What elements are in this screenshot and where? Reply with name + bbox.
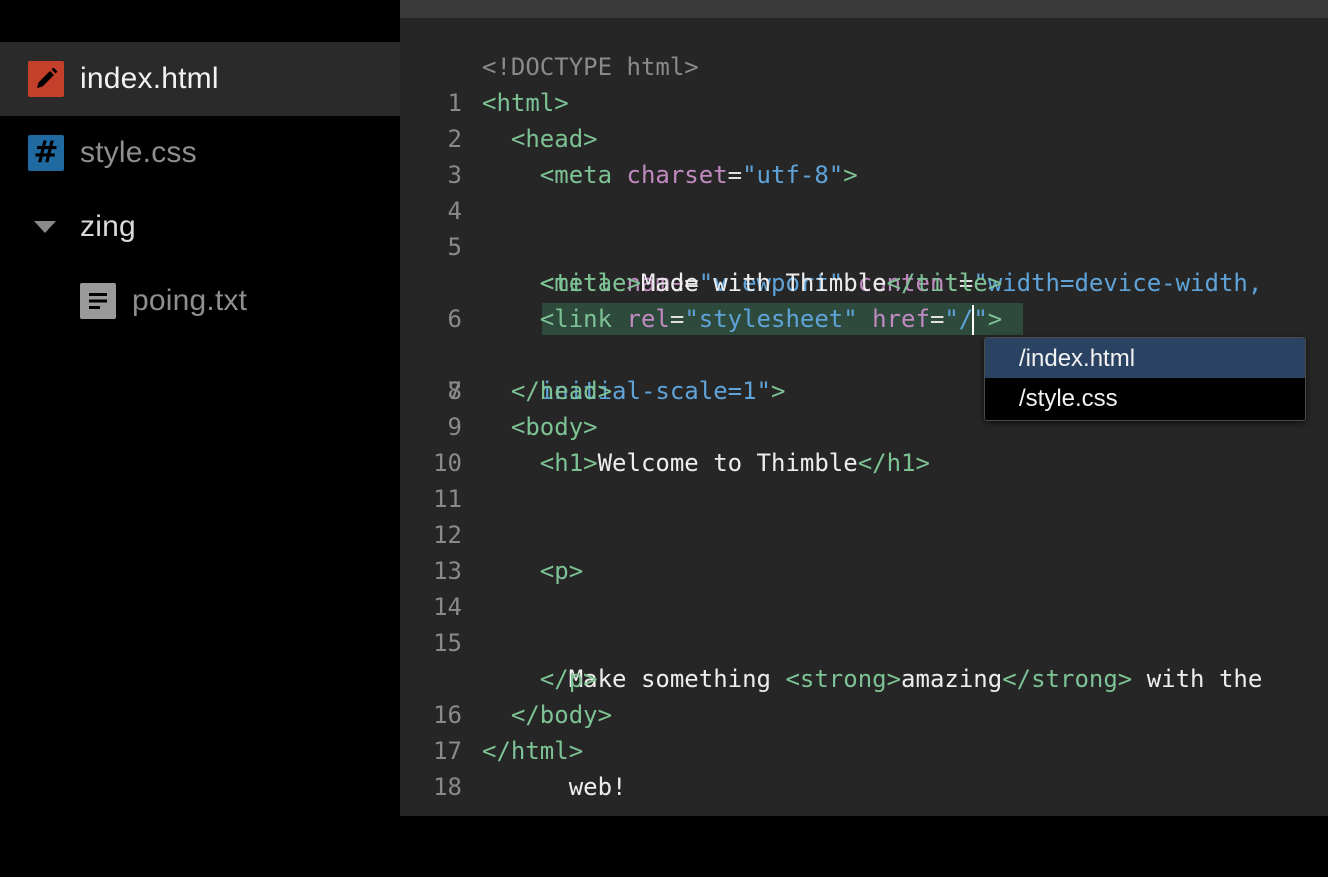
tag-token: </title> <box>886 269 1003 297</box>
folder-item-zing[interactable]: zing <box>0 190 400 264</box>
code-line[interactable]: 5 <meta name="viewport" content="width=d… <box>400 193 1328 405</box>
tag-token: </h1> <box>857 449 930 477</box>
line-number: 5 <box>447 233 462 261</box>
hash-icon: # <box>28 135 64 171</box>
attribute-token: href <box>872 305 930 333</box>
folder-item-label: zing <box>80 210 136 243</box>
string-token: " <box>973 305 988 333</box>
tag-token: <link <box>539 305 627 333</box>
string-token: "utf-8" <box>742 161 844 189</box>
code-line[interactable]: 14 <p> <box>400 553 1328 621</box>
attribute-token: rel <box>626 305 670 333</box>
editor-toolbar <box>400 0 1328 18</box>
tag-token: </p> <box>539 665 598 693</box>
code-line[interactable]: 18 </html> <box>400 733 1328 801</box>
tag-token: <body> <box>510 413 598 441</box>
file-item-label: index.html <box>80 62 219 95</box>
code-line[interactable]: 6 <title>Made with Thimble</title> <box>400 265 1328 333</box>
code-line[interactable]: 4 <meta charset="utf-8"> <box>400 157 1328 225</box>
code-line[interactable]: 13 <box>400 517 1328 585</box>
sidebar-header <box>0 0 400 42</box>
attribute-token: charset <box>626 161 728 189</box>
file-item-label: style.css <box>80 136 197 169</box>
tag-token: <html> <box>482 89 569 117</box>
code-line[interactable]: 2 <html> <box>400 85 1328 153</box>
autocomplete-option-index-html[interactable]: /index.html <box>985 338 1305 378</box>
code-line[interactable]: 12 <box>400 481 1328 549</box>
string-token: "/ <box>944 305 974 333</box>
autocomplete-dropdown: /index.html /style.css <box>984 337 1306 421</box>
tag-token: </body> <box>510 701 613 729</box>
code-line[interactable]: 17 </body> <box>400 697 1328 765</box>
tag-token: <title> <box>539 269 641 297</box>
tag-token: <head> <box>510 125 598 153</box>
file-item-label: poing.txt <box>132 284 248 317</box>
wrapped-segment: web! <box>482 769 1262 805</box>
tag-token: </head> <box>510 377 613 405</box>
code-line[interactable]: 3 <head> <box>400 121 1328 189</box>
tag-token: <p> <box>539 557 584 585</box>
code-line[interactable]: 1 <!DOCTYPE html> <box>400 49 1328 117</box>
code-line-active[interactable]: 7 <link rel="stylesheet" href="/"> <box>400 301 1328 405</box>
pencil-icon <box>28 61 64 97</box>
code-line[interactable]: 16 </p> <box>400 661 1328 729</box>
text-token: Made with Thimble <box>640 269 887 297</box>
autocomplete-option-style-css[interactable]: /style.css <box>985 378 1305 418</box>
doctype-token: <!DOCTYPE html> <box>482 53 699 81</box>
document-lines-icon <box>80 283 116 319</box>
caret-down-icon[interactable] <box>34 221 56 233</box>
file-item-index-html[interactable]: index.html <box>0 42 400 116</box>
string-token: "stylesheet" <box>684 305 858 333</box>
text-token: Welcome to Thimble <box>597 449 858 477</box>
equals-token: = <box>727 161 743 189</box>
tag-token: <h1> <box>539 449 598 477</box>
tag-token: > <box>987 305 1003 333</box>
equals-token: = <box>929 305 945 333</box>
file-tree-sidebar: index.html # style.css zing poing.txt <box>0 0 400 816</box>
tag-token: > <box>843 161 858 189</box>
tag-token: <meta <box>539 161 627 189</box>
equals-token: = <box>669 305 685 333</box>
text-token: web! <box>568 773 627 801</box>
code-line[interactable]: 11 <h1>Welcome to Thimble</h1> <box>400 445 1328 513</box>
file-tree: index.html # style.css zing poing.txt <box>0 42 400 338</box>
tag-token: </html> <box>482 737 584 765</box>
line-number: 15 <box>433 629 462 657</box>
file-item-style-css[interactable]: # style.css <box>0 116 400 190</box>
line-number: 18 <box>433 773 462 801</box>
file-item-poing-txt[interactable]: poing.txt <box>0 264 400 338</box>
code-line[interactable]: 15 Make something <strong>amazing</stron… <box>400 589 1328 801</box>
